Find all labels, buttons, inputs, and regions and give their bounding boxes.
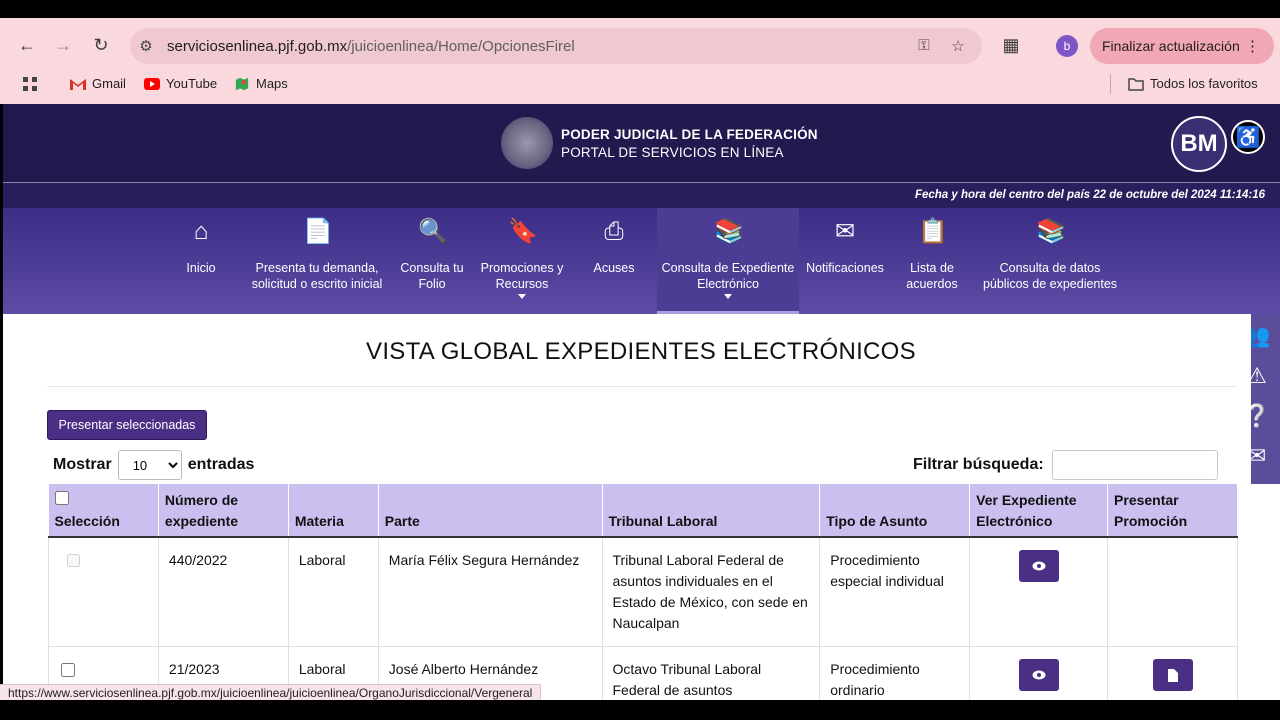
web-page: PODER JUDICIAL DE LA FEDERACIÓN PORTAL D… bbox=[3, 104, 1280, 700]
screen: ← → ↻ ⚙ serviciosenlinea.pjf.gob.mx/juic… bbox=[0, 0, 1280, 720]
browser-chrome: ← → ↻ ⚙ serviciosenlinea.pjf.gob.mx/juic… bbox=[0, 18, 1280, 104]
browser-toolbar: ← → ↻ ⚙ serviciosenlinea.pjf.gob.mx/juic… bbox=[0, 26, 1280, 64]
eye-icon bbox=[1032, 670, 1046, 680]
present-promocion-button[interactable] bbox=[1152, 659, 1193, 691]
header-seleccion: Selección bbox=[48, 484, 159, 538]
gmail-icon bbox=[70, 78, 86, 90]
page-length-control: Mostrar 10 entradas bbox=[53, 450, 254, 480]
header-parte[interactable]: Parte bbox=[378, 484, 603, 538]
accessibility-icon[interactable]: ♿ bbox=[1231, 120, 1265, 154]
cell-numero: 440/2022 bbox=[157, 536, 289, 647]
row-checkbox bbox=[67, 554, 80, 567]
all-favorites[interactable]: Todos los favoritos bbox=[1128, 76, 1258, 91]
address-bar[interactable]: ⚙ serviciosenlinea.pjf.gob.mx/juicioenli… bbox=[130, 28, 982, 64]
main-content: VISTA GLOBAL EXPEDIENTES ELECTRÓNICOS Pr… bbox=[31, 314, 1251, 700]
menu-presenta-demanda[interactable]: 📄 Presenta tu demanda, solicitud o escri… bbox=[245, 208, 389, 314]
menu-lista-acuerdos[interactable]: 📋 Lista de acuerdos bbox=[899, 208, 965, 314]
bm-logo[interactable]: BM bbox=[1171, 116, 1227, 172]
site-info-icon[interactable]: ⚙ bbox=[136, 37, 156, 55]
cell-parte: María Félix Segura Hernández bbox=[377, 536, 603, 647]
date-bar: Fecha y hora del centro del país 22 de o… bbox=[3, 182, 1280, 208]
menu-dots-icon: ⋮ bbox=[1245, 38, 1260, 55]
header-tipo[interactable]: Tipo de Asunto bbox=[819, 484, 971, 538]
extensions-icon[interactable]: ▦ bbox=[998, 32, 1024, 58]
home-icon: ⌂ bbox=[193, 218, 209, 245]
view-expediente-button[interactable] bbox=[1018, 550, 1059, 582]
bookmark-maps[interactable]: Maps bbox=[234, 76, 288, 91]
document-icon: 📄 bbox=[303, 218, 333, 245]
bookmarks-divider bbox=[1110, 74, 1111, 94]
update-label: Finalizar actualización bbox=[1102, 38, 1240, 54]
menu-inicio[interactable]: ⌂ Inicio bbox=[168, 208, 234, 314]
cell-tribunal: Tribunal Laboral Federal de asuntos indi… bbox=[601, 536, 821, 647]
apps-icon[interactable] bbox=[22, 76, 38, 92]
present-selected-button[interactable]: Presentar seleccionadas bbox=[47, 410, 207, 440]
header-subtitle: PORTAL DE SERVICIOS EN LÍNEA bbox=[561, 145, 784, 160]
menu-consulta-expediente[interactable]: 📚 Consulta de Expediente Electrónico bbox=[657, 208, 799, 314]
menu-notificaciones[interactable]: ✉ Notificaciones bbox=[803, 208, 887, 314]
menu-datos-publicos[interactable]: 📚 Consulta de datos públicos de expedien… bbox=[975, 208, 1125, 314]
bookmark-youtube[interactable]: YouTube bbox=[144, 76, 217, 91]
filter-control: Filtrar búsqueda: bbox=[913, 450, 1218, 480]
folder-icon bbox=[1128, 77, 1144, 91]
bookmark-gmail[interactable]: Gmail bbox=[70, 76, 126, 91]
filter-input[interactable] bbox=[1051, 450, 1218, 480]
expedientes-table: Selección Número de expediente Materia P… bbox=[48, 484, 1238, 700]
header-title: PODER JUDICIAL DE LA FEDERACIÓN bbox=[561, 127, 818, 142]
header-ver-expediente[interactable]: Ver Expediente Electrónico bbox=[969, 484, 1109, 538]
cell-tipo: Procedimiento ordinario bbox=[819, 646, 971, 700]
header-presentar-promocion[interactable]: Presentar Promoción bbox=[1107, 484, 1238, 538]
table-row: 440/2022 Laboral María Félix Segura Hern… bbox=[48, 536, 1238, 647]
bookmarks-bar: Gmail YouTube Maps Todos los favoritos bbox=[0, 70, 1280, 98]
file-icon bbox=[1167, 668, 1178, 682]
bookmark-icon: 🔖 bbox=[508, 218, 538, 245]
chevron-down-icon bbox=[518, 294, 526, 299]
page-length-select[interactable]: 10 bbox=[117, 450, 182, 480]
update-button[interactable]: Finalizar actualización ⋮ bbox=[1090, 28, 1274, 64]
menu-consulta-folio[interactable]: 🔍 Consulta tu Folio bbox=[399, 208, 465, 314]
cell-tribunal: Octavo Tribunal Laboral Federal de asunt… bbox=[601, 646, 821, 700]
national-seal-logo bbox=[501, 117, 553, 169]
menu-acuses[interactable]: ⎙ Acuses bbox=[581, 208, 647, 314]
select-all-checkbox[interactable] bbox=[54, 491, 69, 505]
reload-icon[interactable]: ↻ bbox=[88, 32, 114, 58]
forward-icon[interactable]: → bbox=[50, 32, 76, 58]
top-border bbox=[0, 0, 1280, 18]
bottom-border bbox=[0, 700, 1280, 720]
header-materia[interactable]: Materia bbox=[288, 484, 379, 538]
key-icon[interactable]: ⚿ bbox=[914, 37, 934, 55]
divider bbox=[47, 386, 1237, 387]
page-title: VISTA GLOBAL EXPEDIENTES ELECTRÓNICOS bbox=[366, 338, 916, 365]
star-icon[interactable]: ☆ bbox=[948, 37, 968, 55]
list-document-icon: 📋 bbox=[918, 218, 948, 245]
eye-icon bbox=[1032, 561, 1046, 571]
view-expediente-button[interactable] bbox=[1018, 659, 1059, 691]
search-folder-icon: 🔍 bbox=[418, 218, 448, 245]
maps-icon bbox=[235, 77, 249, 90]
binders-icon: 📚 bbox=[714, 218, 744, 245]
printer-icon: ⎙ bbox=[604, 218, 624, 245]
main-menu: ⌂ Inicio 📄 Presenta tu demanda, solicitu… bbox=[3, 208, 1280, 314]
menu-promociones[interactable]: 🔖 Promociones y Recursos bbox=[475, 208, 569, 314]
profile-avatar[interactable]: b bbox=[1056, 35, 1078, 57]
back-icon[interactable]: ← bbox=[14, 32, 40, 58]
cell-tipo: Procedimiento especial individual bbox=[819, 536, 971, 647]
binders-icon: 📚 bbox=[1036, 218, 1066, 245]
cell-materia: Laboral bbox=[287, 536, 379, 647]
header-numero[interactable]: Número de expediente bbox=[158, 484, 289, 538]
chevron-down-icon bbox=[724, 294, 732, 299]
server-datetime: Fecha y hora del centro del país 22 de o… bbox=[914, 189, 1265, 201]
header-tribunal[interactable]: Tribunal Laboral bbox=[602, 484, 821, 538]
row-checkbox[interactable] bbox=[61, 663, 75, 677]
envelope-icon: ✉ bbox=[834, 218, 856, 245]
youtube-icon bbox=[144, 77, 160, 90]
url-text: serviciosenlinea.pjf.gob.mx/juicioenline… bbox=[167, 38, 575, 55]
site-header: PODER JUDICIAL DE LA FEDERACIÓN PORTAL D… bbox=[3, 104, 1280, 182]
